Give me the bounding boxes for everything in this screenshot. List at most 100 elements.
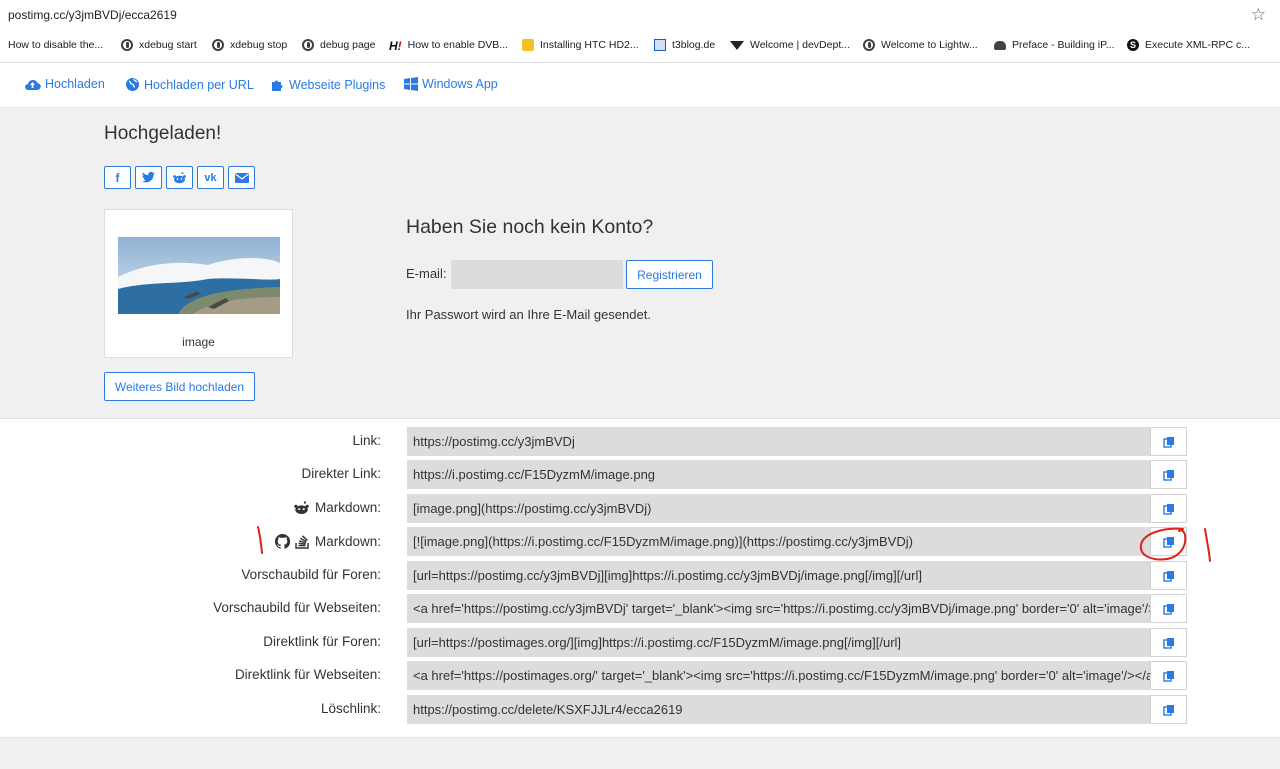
link-field[interactable]: [url=https://postimages.org/][img]https:… [407,628,1150,657]
cloud-upload-icon [25,79,41,90]
share-reddit-button[interactable] [166,166,193,189]
bookmark-item[interactable]: Welcome to Lightw... [863,39,978,51]
share-buttons: f vk [104,166,255,189]
copy-button[interactable] [1150,494,1187,523]
bookmark-item[interactable]: How to disable the... [8,39,103,51]
link-label: Markdown: [275,533,381,549]
bookmark-item[interactable]: xdebug stop [212,39,287,51]
bookmark-item[interactable]: Preface - Building iP... [994,39,1115,51]
bookmark-star-icon[interactable]: ☆ [1251,5,1266,25]
thumbnail-caption: image [182,335,215,349]
bookmark-item[interactable]: xdebug start [121,39,197,51]
bookmark-label: t3blog.de [672,39,716,51]
annotation-circle [1139,527,1211,562]
globe-icon [863,39,875,51]
nav-label: Webseite Plugins [289,77,386,92]
upload-result-section: Hochgeladen! f vk image Weiteres Bild ho… [0,108,1280,419]
link-field[interactable]: <a href='https://postimg.cc/y3jmBVDj' ta… [407,594,1150,623]
copy-icon [1162,570,1174,582]
bird-icon [730,40,744,50]
link-label: Direktlink für Foren: [263,634,381,649]
link-field[interactable]: https://i.postimg.cc/F15DyzmM/image.png [407,460,1150,489]
nav-label: Windows App [422,77,498,91]
globe-icon [302,39,314,51]
nav-label: Hochladen [45,77,105,91]
puzzle-icon [272,80,283,91]
bookmark-item[interactable]: Welcome | devDept... [730,39,850,51]
globe-icon [212,39,224,51]
link-field[interactable]: [image.png](https://postimg.cc/y3jmBVDj) [407,494,1150,523]
vk-icon: vk [204,171,217,184]
s-icon: S [1127,39,1139,51]
link-label: Markdown: [293,500,381,515]
link-field[interactable]: https://postimg.cc/delete/KSXFJJLr4/ecca… [407,695,1150,724]
nav-plugins[interactable]: Webseite Plugins [270,77,385,92]
share-twitter-button[interactable] [135,166,162,189]
signup-title: Haben Sie noch kein Konto? [406,216,654,238]
site-icon [654,39,666,51]
bookmark-label: xdebug stop [230,39,288,51]
link-label: Vorschaubild für Foren: [241,567,381,582]
nav-windows-app[interactable]: Windows App [404,77,498,91]
password-note: Ihr Passwort wird an Ihre E-Mail gesende… [406,307,651,322]
link-field[interactable]: [url=https://postimg.cc/y3jmBVDj][img]ht… [407,561,1150,590]
bookmark-item[interactable]: S Execute XML-RPC c... [1127,39,1250,51]
twitter-icon [142,172,155,183]
page-title: Hochgeladen! [104,123,222,144]
share-email-button[interactable] [228,166,255,189]
bookmarks-bar: How to disable the... xdebug start xdebu… [0,30,1280,63]
page-footer-background [0,738,1280,769]
image-thumbnail[interactable] [118,237,280,314]
facebook-icon: f [115,170,120,185]
github-icon [275,533,290,549]
nav-upload[interactable]: Hochladen [24,77,105,91]
link-row: Vorschaubild für Webseiten: <a href='htt… [0,594,1280,623]
url-text[interactable]: postimg.cc/y3jmBVDj/ecca2619 [8,8,177,22]
link-label-text: Löschlink: [320,701,381,716]
register-button[interactable]: Registrieren [626,260,713,289]
reddit-icon [173,171,186,183]
copy-button[interactable] [1150,628,1187,657]
link-label: Direktlink für Webseiten: [235,667,381,682]
copy-icon [1162,436,1174,448]
link-label: Löschlink: [321,701,381,716]
bookmark-label: debug page [320,39,376,51]
site-nav: Hochladen Hochladen per URL Webseite Plu… [0,63,1280,108]
email-field[interactable] [451,260,623,289]
bookmark-label: Welcome to Lightw... [881,39,978,51]
annotation-mark-left [257,526,263,554]
link-label-text: Direkter Link: [301,466,381,481]
reddit-icon [293,500,310,515]
link-row: Markdown: [image.png](https://postimg.cc… [0,494,1280,523]
copy-button[interactable] [1150,460,1187,489]
copy-button[interactable] [1150,661,1187,690]
copy-button[interactable] [1150,695,1187,724]
copy-icon [1162,603,1174,615]
link-field[interactable]: <a href='https://postimages.org/' target… [407,661,1150,690]
share-facebook-button[interactable]: f [104,166,131,189]
upload-another-button[interactable]: Weiteres Bild hochladen [104,372,255,401]
link-row: Direktlink für Foren: [url=https://posti… [0,628,1280,657]
browser-address-bar[interactable]: postimg.cc/y3jmBVDj/ecca2619 ☆ [0,0,1280,30]
copy-icon [1162,637,1174,649]
copy-button[interactable] [1150,427,1187,456]
bookmark-label: Execute XML-RPC c... [1145,39,1251,51]
link-field[interactable]: https://postimg.cc/y3jmBVDj [407,427,1150,456]
bookmark-item[interactable]: debug page [302,39,375,51]
bookmark-item[interactable]: Installing HTC HD2... [522,39,639,51]
link-row: Direkter Link: https://i.postimg.cc/F15D… [0,460,1280,489]
bookmark-item[interactable]: H! How to enable DVB... [389,39,508,53]
h-logo-icon: H! [389,39,402,53]
nav-upload-url[interactable]: Hochladen per URL [125,77,254,92]
bookmark-item[interactable]: t3blog.de [654,39,715,51]
nav-label: Hochladen per URL [144,77,254,92]
share-vk-button[interactable]: vk [197,166,224,189]
stackoverflow-icon [295,533,310,549]
link-row: Löschlink: https://postimg.cc/delete/KSX… [0,695,1280,724]
link-field[interactable]: [![image.png](https://i.postimg.cc/F15Dy… [407,527,1150,556]
image-thumbnail-card[interactable]: image [104,209,293,358]
car-icon [994,40,1006,50]
bookmark-label: Welcome | devDept... [750,39,850,51]
copy-button[interactable] [1150,594,1187,623]
windows-icon [404,77,418,91]
